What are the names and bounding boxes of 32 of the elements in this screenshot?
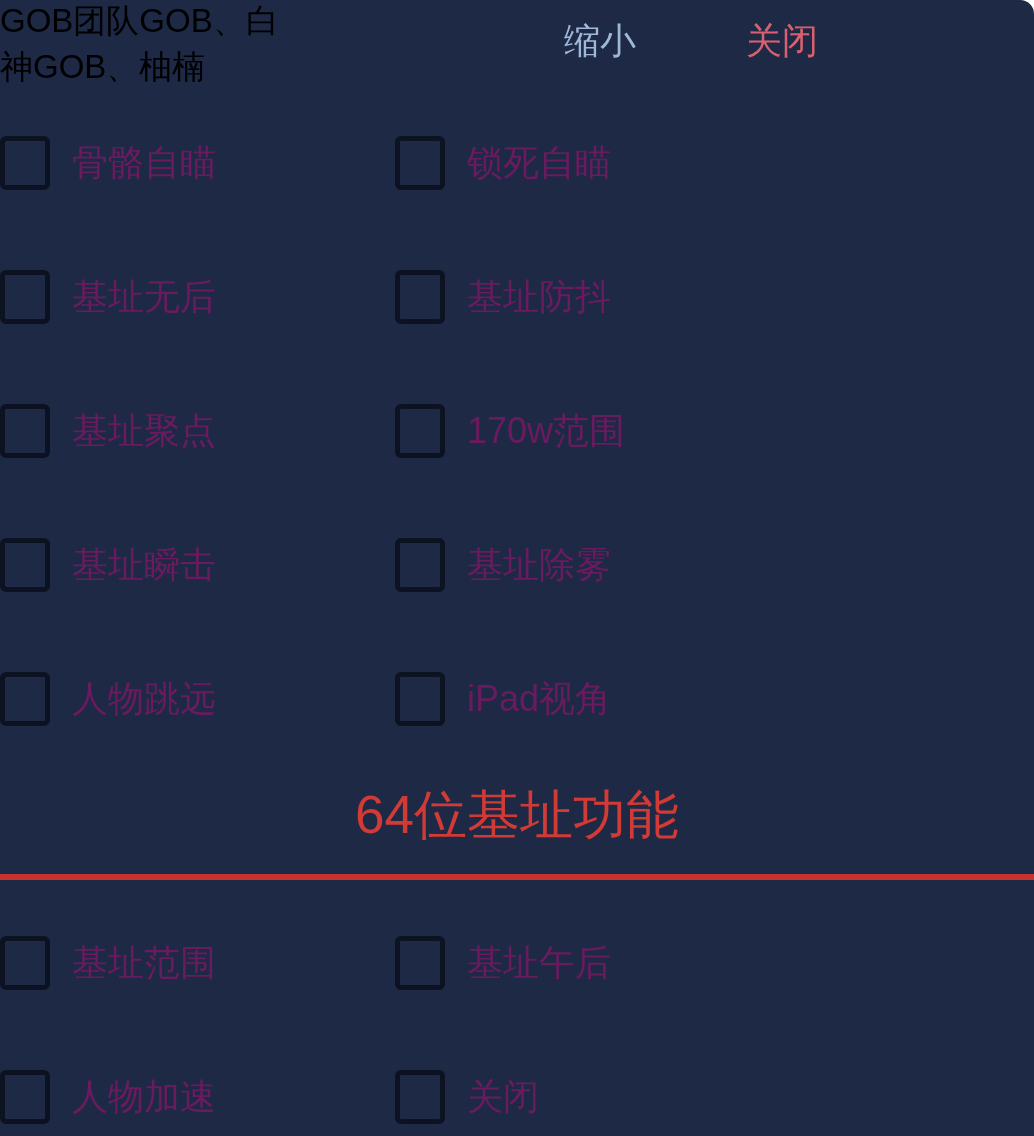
checkbox[interactable] [0, 936, 50, 990]
checkbox[interactable] [395, 404, 445, 458]
checkbox[interactable] [395, 270, 445, 324]
checkbox[interactable] [395, 1070, 445, 1124]
checkbox[interactable] [0, 270, 50, 324]
checkbox[interactable] [395, 936, 445, 990]
option-label: 基址午后 [467, 941, 611, 985]
option-label: 基址瞬击 [72, 543, 216, 587]
checkbox[interactable] [0, 404, 50, 458]
option-label: 基址除雾 [467, 543, 611, 587]
option-label: 基址聚点 [72, 409, 216, 453]
checkbox[interactable] [395, 672, 445, 726]
close-button[interactable]: 关闭 [746, 18, 818, 64]
section-heading: 64位基址功能 [355, 784, 679, 846]
option-label: 基址无后 [72, 275, 216, 319]
option-label: 基址范围 [72, 941, 216, 985]
option-label: 基址防抖 [467, 275, 611, 319]
checkbox[interactable] [395, 136, 445, 190]
option-label: 人物跳远 [72, 677, 216, 721]
option-label: 锁死自瞄 [467, 141, 611, 185]
checkbox[interactable] [0, 538, 50, 592]
option-label: 关闭 [467, 1075, 539, 1119]
checkbox[interactable] [395, 538, 445, 592]
minimize-button[interactable]: 缩小 [564, 18, 636, 64]
option-label: 170w范围 [467, 409, 626, 453]
option-label: iPad视角 [467, 677, 612, 721]
checkbox[interactable] [0, 672, 50, 726]
option-label: 骨骼自瞄 [72, 141, 216, 185]
checkbox[interactable] [0, 1070, 50, 1124]
checkbox[interactable] [0, 136, 50, 190]
option-label: 人物加速 [72, 1075, 216, 1119]
credits-text: GOB团队GOB、白神GOB、柚楠 [0, 1, 280, 87]
